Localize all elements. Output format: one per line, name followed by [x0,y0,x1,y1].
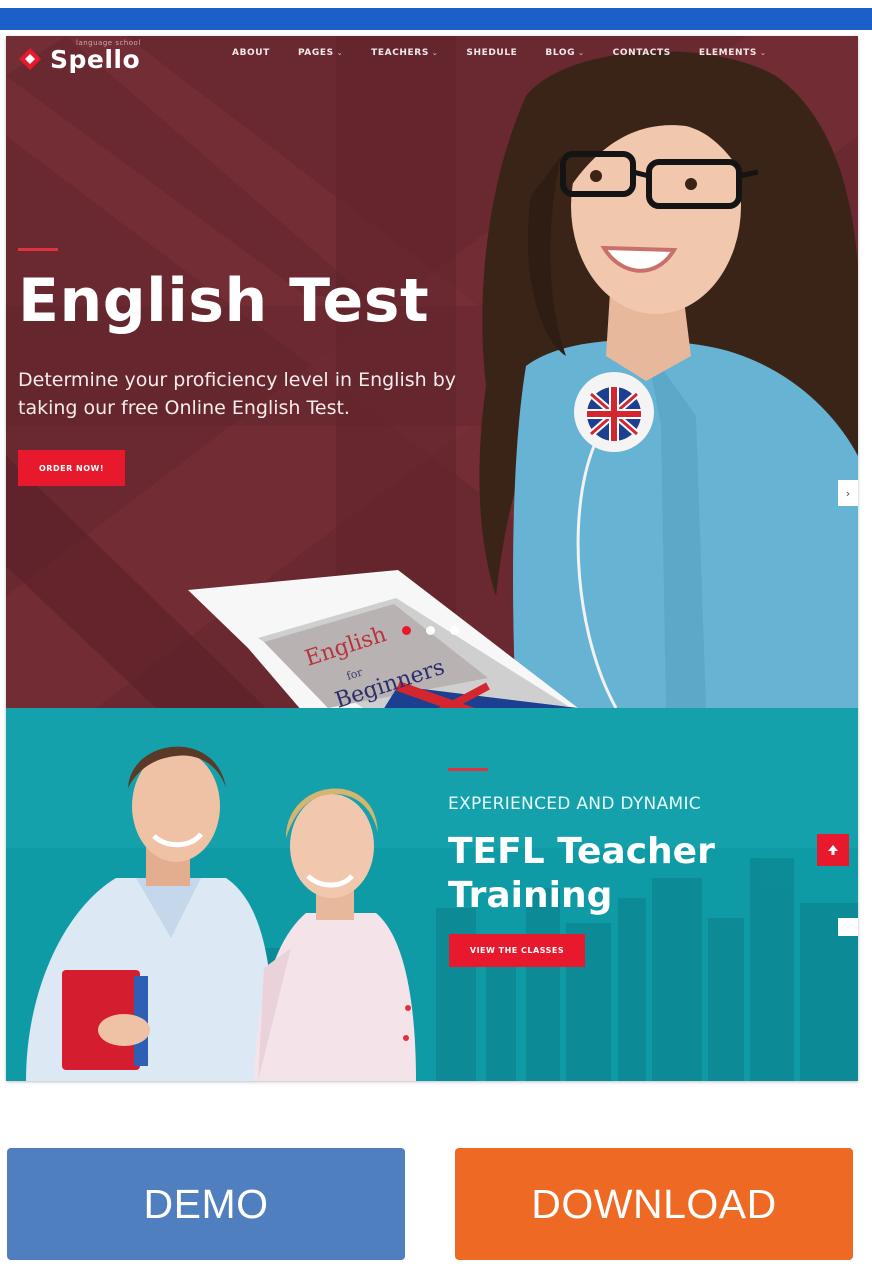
nav-item-label: TEACHERS [371,48,429,58]
demo-button[interactable]: DEMO [7,1148,405,1260]
hero-section: English for Beginners Spello language sc… [6,36,858,708]
nav-item-label: ABOUT [232,48,270,58]
chevron-down-icon: ⌄ [336,49,344,57]
nav-item-pages[interactable]: PAGES ⌄ [298,48,343,58]
slider-dots [402,626,459,635]
english-book-illustration: English for Beginners [188,570,578,708]
hero-title: English Test [18,266,430,336]
logo-tagline: language school [76,39,141,47]
view-classes-button[interactable]: VIEW THE CLASSES [449,934,585,967]
nav-item-label: BLOG [545,48,576,58]
browser-top-bar [0,0,872,30]
nav-item-label: CONTACTS [612,48,671,58]
nav-item-teachers[interactable]: TEACHERS ⌄ [371,48,438,58]
nav-item-about[interactable]: ABOUT [232,48,270,58]
download-button[interactable]: DOWNLOAD [455,1148,853,1260]
tefl-accent-line [448,768,488,771]
chevron-down-icon: ⌄ [431,49,439,57]
nav-item-label: SHEDULE [466,48,518,58]
nav-item-label: PAGES [297,48,334,58]
tefl-kicker: EXPERIENCED AND DYNAMIC [448,794,701,814]
hero-accent-line [18,248,58,251]
chevron-down-icon: ⌄ [759,49,767,57]
slider-dot[interactable] [402,626,411,635]
hero-subtitle: Determine your proficiency level in Engl… [18,369,457,419]
diamond-logo-icon [18,47,42,71]
main-menu: ABOUT PAGES ⌄ TEACHERS ⌄ SHEDULE BLOG ⌄ CONTACTS… [232,48,794,58]
nav-item-contacts[interactable]: CONTACTS [613,48,671,58]
slider-edge-tab-icon[interactable] [838,918,858,936]
nav-item-elements[interactable]: ELEMENTS ⌄ [699,48,767,58]
slider-dot[interactable] [450,626,459,635]
top-accent-strip [0,8,872,30]
chevron-down-icon: ⌄ [578,49,585,57]
site-navigation: Spello language school ABOUT PAGES ⌄ TEACHE… [6,36,858,80]
slider-next-arrow-icon[interactable]: › [838,480,858,506]
theme-preview-image: English for Beginners Spello language sc… [6,36,858,1081]
nav-item-shedule[interactable]: SHEDULE [466,48,517,58]
logo-text: Spello [50,44,141,74]
teachers-illustration [26,746,416,1081]
tefl-title-line2: Training [448,875,613,916]
site-logo[interactable]: Spello [18,42,140,76]
tefl-section: EXPERIENCED AND DYNAMIC TEFL Teacher Tra… [6,708,858,1081]
tefl-title: TEFL Teacher Training [448,830,715,918]
tefl-title-line1: TEFL Teacher [448,831,715,872]
nav-item-blog[interactable]: BLOG ⌄ [545,48,584,58]
slider-dot[interactable] [426,626,435,635]
order-now-button[interactable]: ORDER NOW! [18,450,125,486]
arrow-up-icon[interactable] [817,834,849,866]
nav-item-label: ELEMENTS [698,48,757,58]
